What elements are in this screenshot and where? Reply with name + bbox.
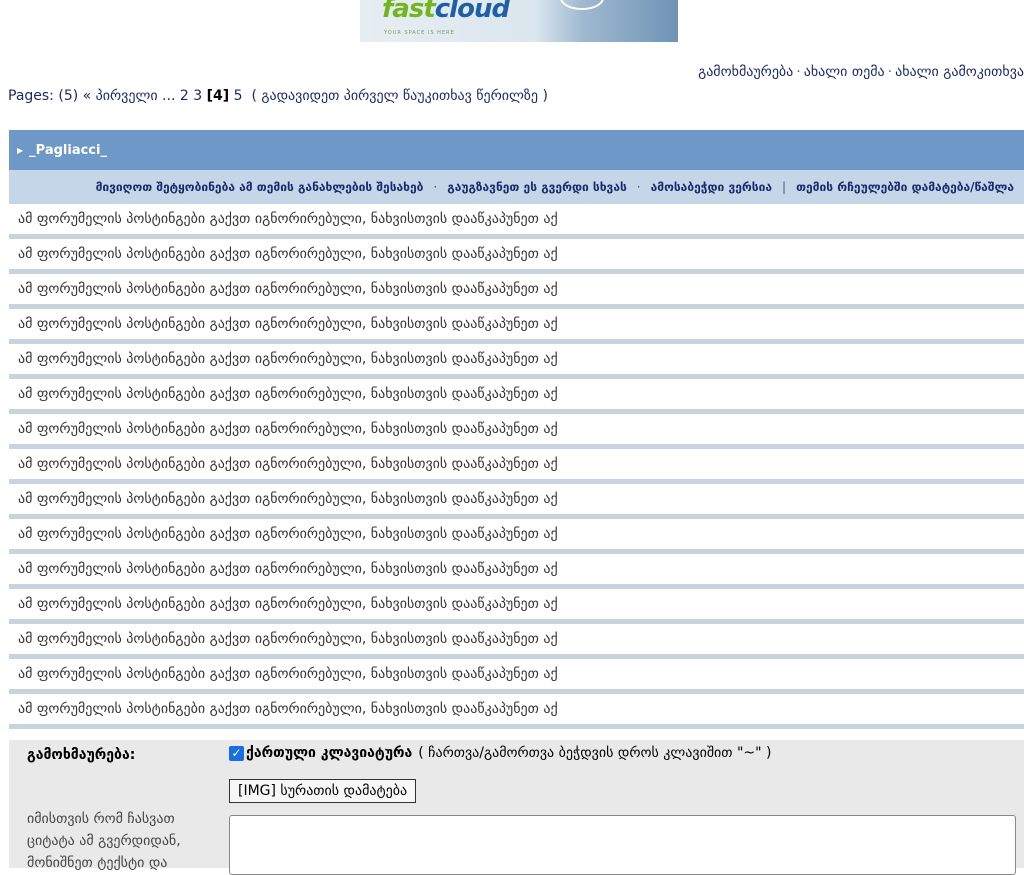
page-link-3[interactable]: 3 [193, 88, 202, 104]
georgian-keyboard-toggle: ✓ ქართული კლავიატურა ( ჩართვა/გამორთვა ბ… [229, 745, 772, 761]
new-topic-link[interactable]: ახალი თემა [804, 64, 885, 80]
ignored-post-row[interactable]: ამ ფორუმელის პოსტინგები გაქვთ იგნორირებუ… [9, 449, 1024, 484]
separator: | [782, 180, 787, 194]
reply-link[interactable]: გამოხმაურება [698, 64, 793, 80]
goto-first-unread-link[interactable]: ( გადავიდეთ პირველ წაუკითხავ წერილზე ) [251, 88, 548, 104]
logo-swoosh-icon [560, 0, 604, 10]
keyboard-note: ( ჩართვა/გამორთვა ბეჭდვის დროს კლავიშით … [418, 745, 772, 761]
separator: · [796, 64, 801, 80]
separator: · [433, 180, 438, 194]
pages-prefix: Pages: (5) [8, 88, 79, 104]
keyboard-label[interactable]: ქართული კლავიატურა [246, 745, 412, 761]
topic-options-bar: მივიღოთ შეტყობინება ამ თემის განახლების … [9, 170, 1024, 204]
page-link-5[interactable]: 5 [234, 88, 243, 104]
ignored-post-row[interactable]: ამ ფორუმელის პოსტინგები გაქვთ იგნორირებუ… [9, 344, 1024, 379]
quick-reply-label: გამოხმაურება: [27, 747, 136, 763]
separator: · [887, 64, 893, 80]
triangle-right-icon: ▶ [17, 145, 24, 155]
send-page-link[interactable]: გაუგზავნეთ ეს გვერდი სხვას [447, 180, 627, 194]
ignored-post-row[interactable]: ამ ფორუმელის პოსტინგები გაქვთ იგნორირებუ… [9, 554, 1024, 589]
quote-hint-text: იმისთვის რომ ჩასვათ ციტატა ამ გვერდიდან,… [27, 811, 181, 871]
logo-word-fast: fast [382, 0, 436, 24]
quick-reply-panel: გამოხმაურება: ✓ ქართული კლავიატურა ( ჩარ… [9, 740, 1024, 875]
logo-word-cloud: cloud [434, 0, 510, 24]
topic-actions: გამოხმაურება · ახალი თემა · ახალი გამოკითხვა [698, 64, 1024, 80]
topic-table: ▶ _Pagliacci_ მივიღოთ შეტყობინება ამ თემ… [9, 130, 1024, 729]
ignored-post-row[interactable]: ამ ფორუმელის პოსტინგები გაქვთ იგნორირებუ… [9, 484, 1024, 519]
pagination: Pages: (5) « პირველი ... 2 3 [4] 5 ( გად… [8, 88, 548, 104]
ignored-post-row[interactable]: ამ ფორუმელის პოსტინგები გაქვთ იგნორირებუ… [9, 274, 1024, 309]
ignored-post-row[interactable]: ამ ფორუმელის პოსტინგები გაქვთ იგნორირებუ… [9, 694, 1024, 729]
ignored-post-row[interactable]: ამ ფორუმელის პოსტინგები გაქვთ იგნორირებუ… [9, 589, 1024, 624]
ignored-post-row[interactable]: ამ ფორუმელის პოსტინგები გაქვთ იგნორირებუ… [9, 624, 1024, 659]
pages-ellipsis: ... [162, 88, 176, 104]
new-poll-link[interactable]: ახალი გამოკითხვა [895, 64, 1024, 80]
page-link-2[interactable]: 2 [180, 88, 189, 104]
print-version-link[interactable]: ამოსაბეჭდი ვერსია [651, 180, 772, 194]
topic-title: _Pagliacci_ [29, 142, 107, 158]
ignored-posts-list: ამ ფორუმელის პოსტინგები გაქვთ იგნორირებუ… [9, 204, 1024, 729]
add-image-button[interactable]: [IMG] სურათის დამატება [229, 779, 417, 803]
separator: · [636, 180, 641, 194]
first-page-link[interactable]: « პირველი [83, 88, 158, 104]
favorites-toggle-link[interactable]: თემის რჩეულებში დამატება/წაშლა [796, 180, 1014, 194]
keyboard-checkbox[interactable]: ✓ [229, 745, 244, 761]
ignored-post-row[interactable]: ამ ფორუმელის პოსტინგები გაქვთ იგნორირებუ… [9, 309, 1024, 344]
current-page: [4] [206, 88, 230, 104]
site-logo[interactable]: fastcloud YOUR SPACE IS HERE [360, 0, 678, 42]
topic-header: ▶ _Pagliacci_ [9, 130, 1024, 170]
logo-wordmark: fastcloud [382, 0, 510, 24]
logo-tagline: YOUR SPACE IS HERE [384, 30, 455, 36]
track-topic-link[interactable]: მივიღოთ შეტყობინება ამ თემის განახლების … [96, 180, 424, 194]
ignored-post-row[interactable]: ამ ფორუმელის პოსტინგები გაქვთ იგნორირებუ… [9, 519, 1024, 554]
ignored-post-row[interactable]: ამ ფორუმელის პოსტინგები გაქვთ იგნორირებუ… [9, 379, 1024, 414]
ignored-post-row[interactable]: ამ ფორუმელის პოსტინგები გაქვთ იგნორირებუ… [9, 659, 1024, 694]
message-textarea[interactable] [229, 815, 1016, 875]
ignored-post-row[interactable]: ამ ფორუმელის პოსტინგები გაქვთ იგნორირებუ… [9, 204, 1024, 239]
ignored-post-row[interactable]: ამ ფორუმელის პოსტინგები გაქვთ იგნორირებუ… [9, 414, 1024, 449]
ignored-post-row[interactable]: ამ ფორუმელის პოსტინგები გაქვთ იგნორირებუ… [9, 239, 1024, 274]
